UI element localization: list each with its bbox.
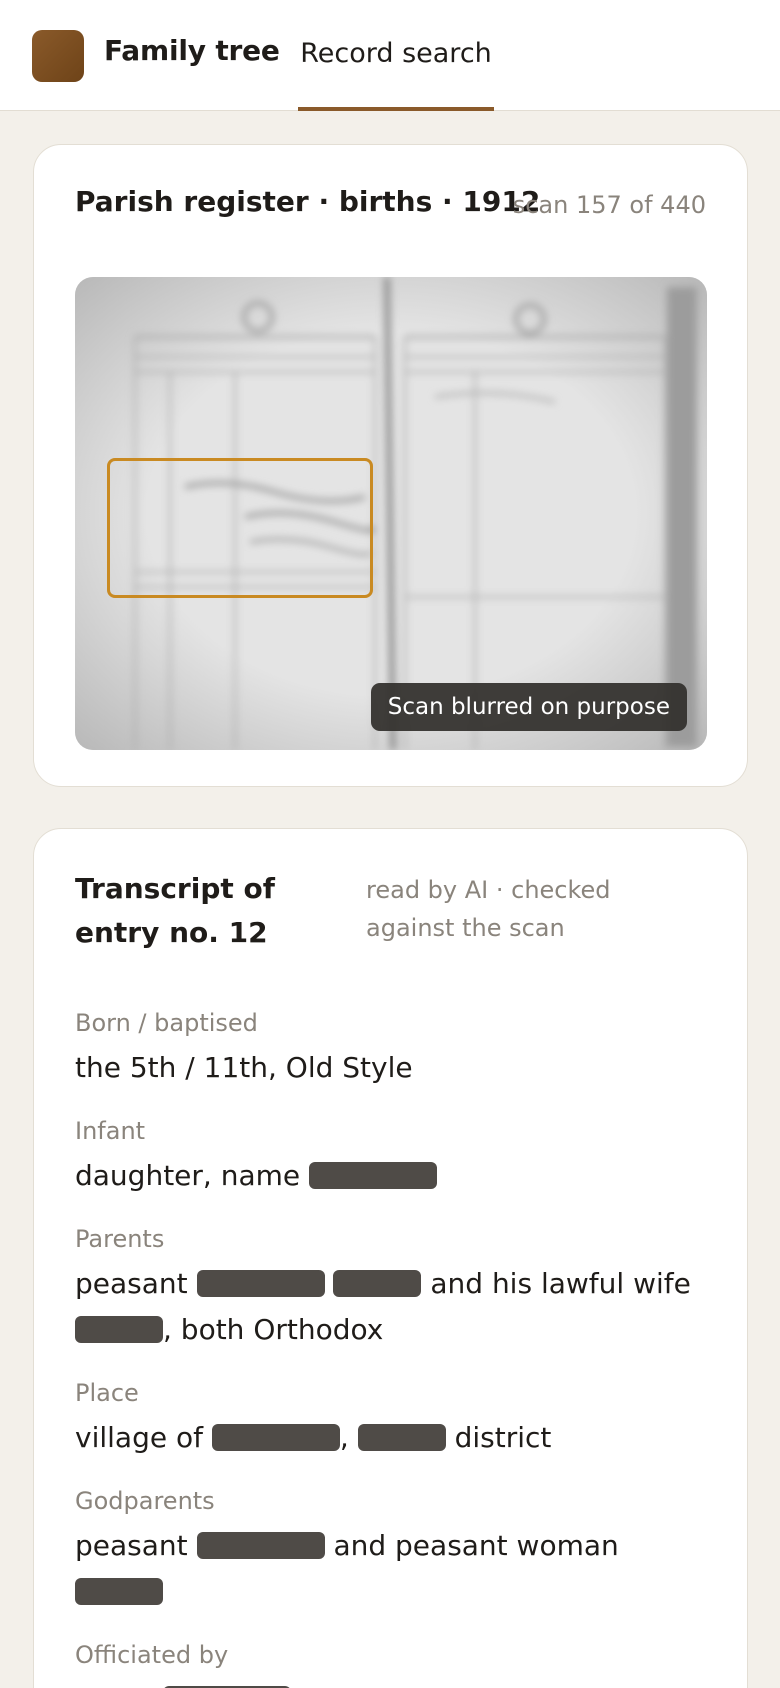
field-value-place: village of , district [75,1415,715,1461]
field-value-officiated [75,1677,715,1688]
infant-text: daughter, name [75,1159,301,1192]
scan-position: scan 157 of 440 [512,191,706,219]
field-label-infant: Infant [75,1117,146,1145]
field-label-officiated: Officiated by [75,1641,229,1669]
field-value-born: the 5th / 11th, Old Style [75,1051,413,1084]
register-scan-image[interactable]: Scan blurred on purpose [75,277,707,750]
redacted-name [211,1424,340,1451]
place-text-c: district [454,1421,552,1454]
family-tree-logo-icon[interactable] [32,30,84,82]
godparents-text-a: peasant [75,1529,188,1562]
field-label-godparents: Godparents [75,1487,215,1515]
parents-text-c: , both Orthodox [163,1313,384,1346]
field-value-godparents: peasant and peasant woman [75,1523,715,1615]
redacted-name [75,1578,163,1605]
place-text-b: , [339,1421,349,1454]
transcript-title: Transcript of entry no. 12 [75,872,275,949]
parents-text-b: and his lawful wife [430,1267,691,1300]
field-label-born: Born / baptised [75,1009,258,1037]
field-value-infant: daughter, name [75,1153,715,1199]
parents-text-a: peasant [75,1267,188,1300]
field-label-parents: Parents [75,1225,165,1253]
redacted-name [357,1424,446,1451]
field-label-place: Place [75,1379,139,1407]
redacted-name [75,1316,163,1343]
transcript-meta: read by AI · checked against the scan [366,876,611,942]
blur-notice-badge: Scan blurred on purpose [370,683,687,731]
app-title[interactable]: Family tree [104,34,280,67]
top-bar: Family tree Record search [0,0,780,111]
tab-record-search[interactable]: Record search [298,38,494,111]
place-text-a: village of [75,1421,203,1454]
register-title: Parish register · births · 1912 [75,185,541,218]
tab-record-search-label: Record search [300,38,492,69]
redacted-name [196,1532,325,1559]
redacted-name [333,1270,422,1297]
field-value-parents: peasant and his lawful wife , both Ortho… [75,1261,715,1353]
scan-card: Parish register · births · 1912 scan 157… [33,144,748,787]
redacted-name [309,1162,438,1189]
redacted-name [196,1270,325,1297]
godparents-text-b: and peasant woman [333,1529,619,1562]
transcript-card: Transcript of entry no. 12 read by AI · … [33,828,748,1688]
active-tab-indicator [298,107,494,111]
entry-highlight-box [107,458,373,598]
